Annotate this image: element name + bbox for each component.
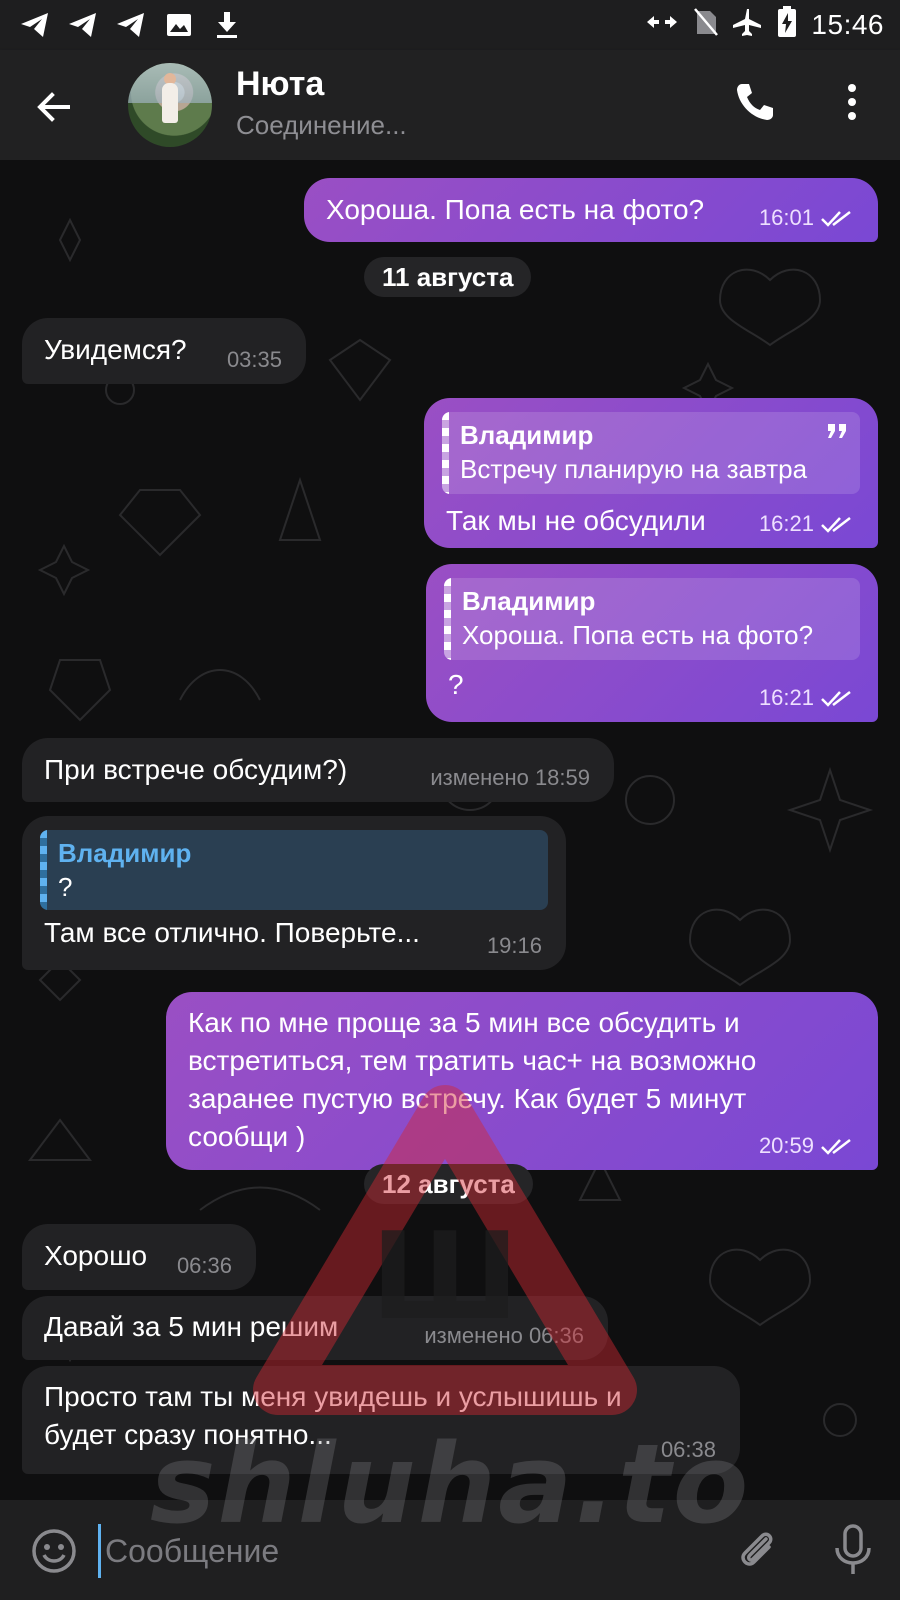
message-list[interactable]: Хороша. Попа есть на фото? 16:01 11 авгу… [0, 160, 900, 1500]
call-button[interactable] [733, 80, 783, 130]
message-text: Просто там ты меня увидешь и услышишь и … [44, 1381, 622, 1450]
data-arrows-icon [645, 10, 679, 39]
message-time: 16:21 [758, 685, 814, 710]
back-button[interactable] [30, 83, 78, 131]
avatar[interactable] [128, 63, 212, 147]
more-vertical-icon [848, 84, 856, 120]
airplane-icon [733, 7, 763, 42]
telegram-icon [66, 8, 100, 42]
outgoing-message[interactable]: Владимир Встречу планирую на завтра Так … [424, 398, 878, 548]
message-time: изменено 18:59 [430, 765, 590, 790]
double-check-icon [821, 517, 851, 533]
incoming-message[interactable]: Хорошо 06:36 [22, 1224, 256, 1290]
chat-header: Нюта Соединение... [0, 50, 900, 160]
status-time: 15:46 [811, 8, 884, 40]
telegram-icon [114, 8, 148, 42]
download-icon [210, 8, 244, 42]
reply-quote[interactable]: Владимир Встречу планирую на завтра [442, 412, 860, 494]
message-time: 06:36 [176, 1253, 232, 1278]
message-text: Хороша. Попа есть на фото? [326, 194, 705, 225]
message-text: При встрече обсудим?) [44, 754, 348, 785]
message-text: Там все отлично. Поверьте... [44, 917, 420, 948]
outgoing-message[interactable]: Хороша. Попа есть на фото? 16:01 [304, 178, 878, 242]
reply-text: Хороша. Попа есть на фото? [462, 620, 814, 650]
date-separator: 12 августа [364, 1164, 533, 1204]
outgoing-message[interactable]: Владимир Хороша. Попа есть на фото? ? 16… [426, 564, 878, 722]
message-input[interactable] [98, 1524, 707, 1578]
phone-icon [737, 84, 773, 120]
no-sim-icon [693, 7, 719, 42]
message-text: Как по мне проще за 5 мин все обсудить и… [188, 1007, 757, 1152]
reply-author: Владимир [462, 586, 596, 616]
reply-text: Встречу планирую на завтра [460, 454, 808, 484]
message-text: Давай за 5 мин решим [44, 1311, 339, 1342]
reply-quote[interactable]: Владимир ? [40, 830, 548, 910]
reply-author: Владимир [460, 420, 594, 450]
status-bar: 15:46 [0, 0, 900, 50]
incoming-message[interactable]: Просто там ты меня увидешь и услышишь и … [22, 1366, 740, 1474]
smiley-icon [32, 1529, 76, 1573]
message-time: 06:38 [660, 1437, 716, 1462]
message-time: 19:16 [486, 933, 542, 958]
message-text: ? [448, 669, 464, 700]
more-options-button[interactable] [832, 80, 872, 130]
message-time: изменено 06:36 [424, 1323, 584, 1348]
incoming-message[interactable]: При встрече обсудим?) изменено 18:59 [22, 738, 614, 802]
image-icon [162, 8, 196, 42]
contact-status: Соединение... [236, 110, 407, 140]
double-check-icon [821, 1139, 851, 1155]
microphone-icon [835, 1524, 871, 1574]
message-time: 16:21 [758, 511, 814, 536]
reply-text: ? [58, 872, 73, 902]
reply-author: Владимир [58, 838, 192, 868]
paperclip-icon [741, 1532, 773, 1566]
outgoing-message[interactable]: Как по мне проще за 5 мин все обсудить и… [166, 992, 878, 1170]
double-check-icon [821, 211, 851, 227]
telegram-icon [18, 8, 52, 42]
date-separator: 11 августа [364, 257, 532, 297]
battery-charging-icon [777, 6, 797, 43]
voice-record-button[interactable] [830, 1522, 876, 1578]
message-time: 20:59 [758, 1133, 814, 1158]
reply-quote[interactable]: Владимир Хороша. Попа есть на фото? [444, 578, 860, 660]
incoming-message[interactable]: Владимир ? Там все отлично. Поверьте... … [22, 816, 566, 970]
double-check-icon [821, 691, 851, 707]
incoming-message[interactable]: Увидемся? 03:35 [22, 318, 306, 384]
message-text: Увидемся? [44, 334, 187, 365]
attach-button[interactable] [733, 1525, 783, 1575]
arrow-left-icon [37, 92, 70, 122]
message-input-bar [0, 1500, 900, 1600]
message-text: Так мы не обсудили [446, 505, 706, 536]
message-time: 16:01 [758, 205, 814, 230]
incoming-message[interactable]: Давай за 5 мин решим изменено 06:36 [22, 1296, 608, 1360]
contact-name[interactable]: Нюта [236, 65, 324, 104]
message-time: 03:35 [226, 347, 282, 372]
message-text: Хорошо [44, 1240, 148, 1271]
emoji-button[interactable] [30, 1527, 78, 1575]
quote-icon [828, 424, 846, 438]
